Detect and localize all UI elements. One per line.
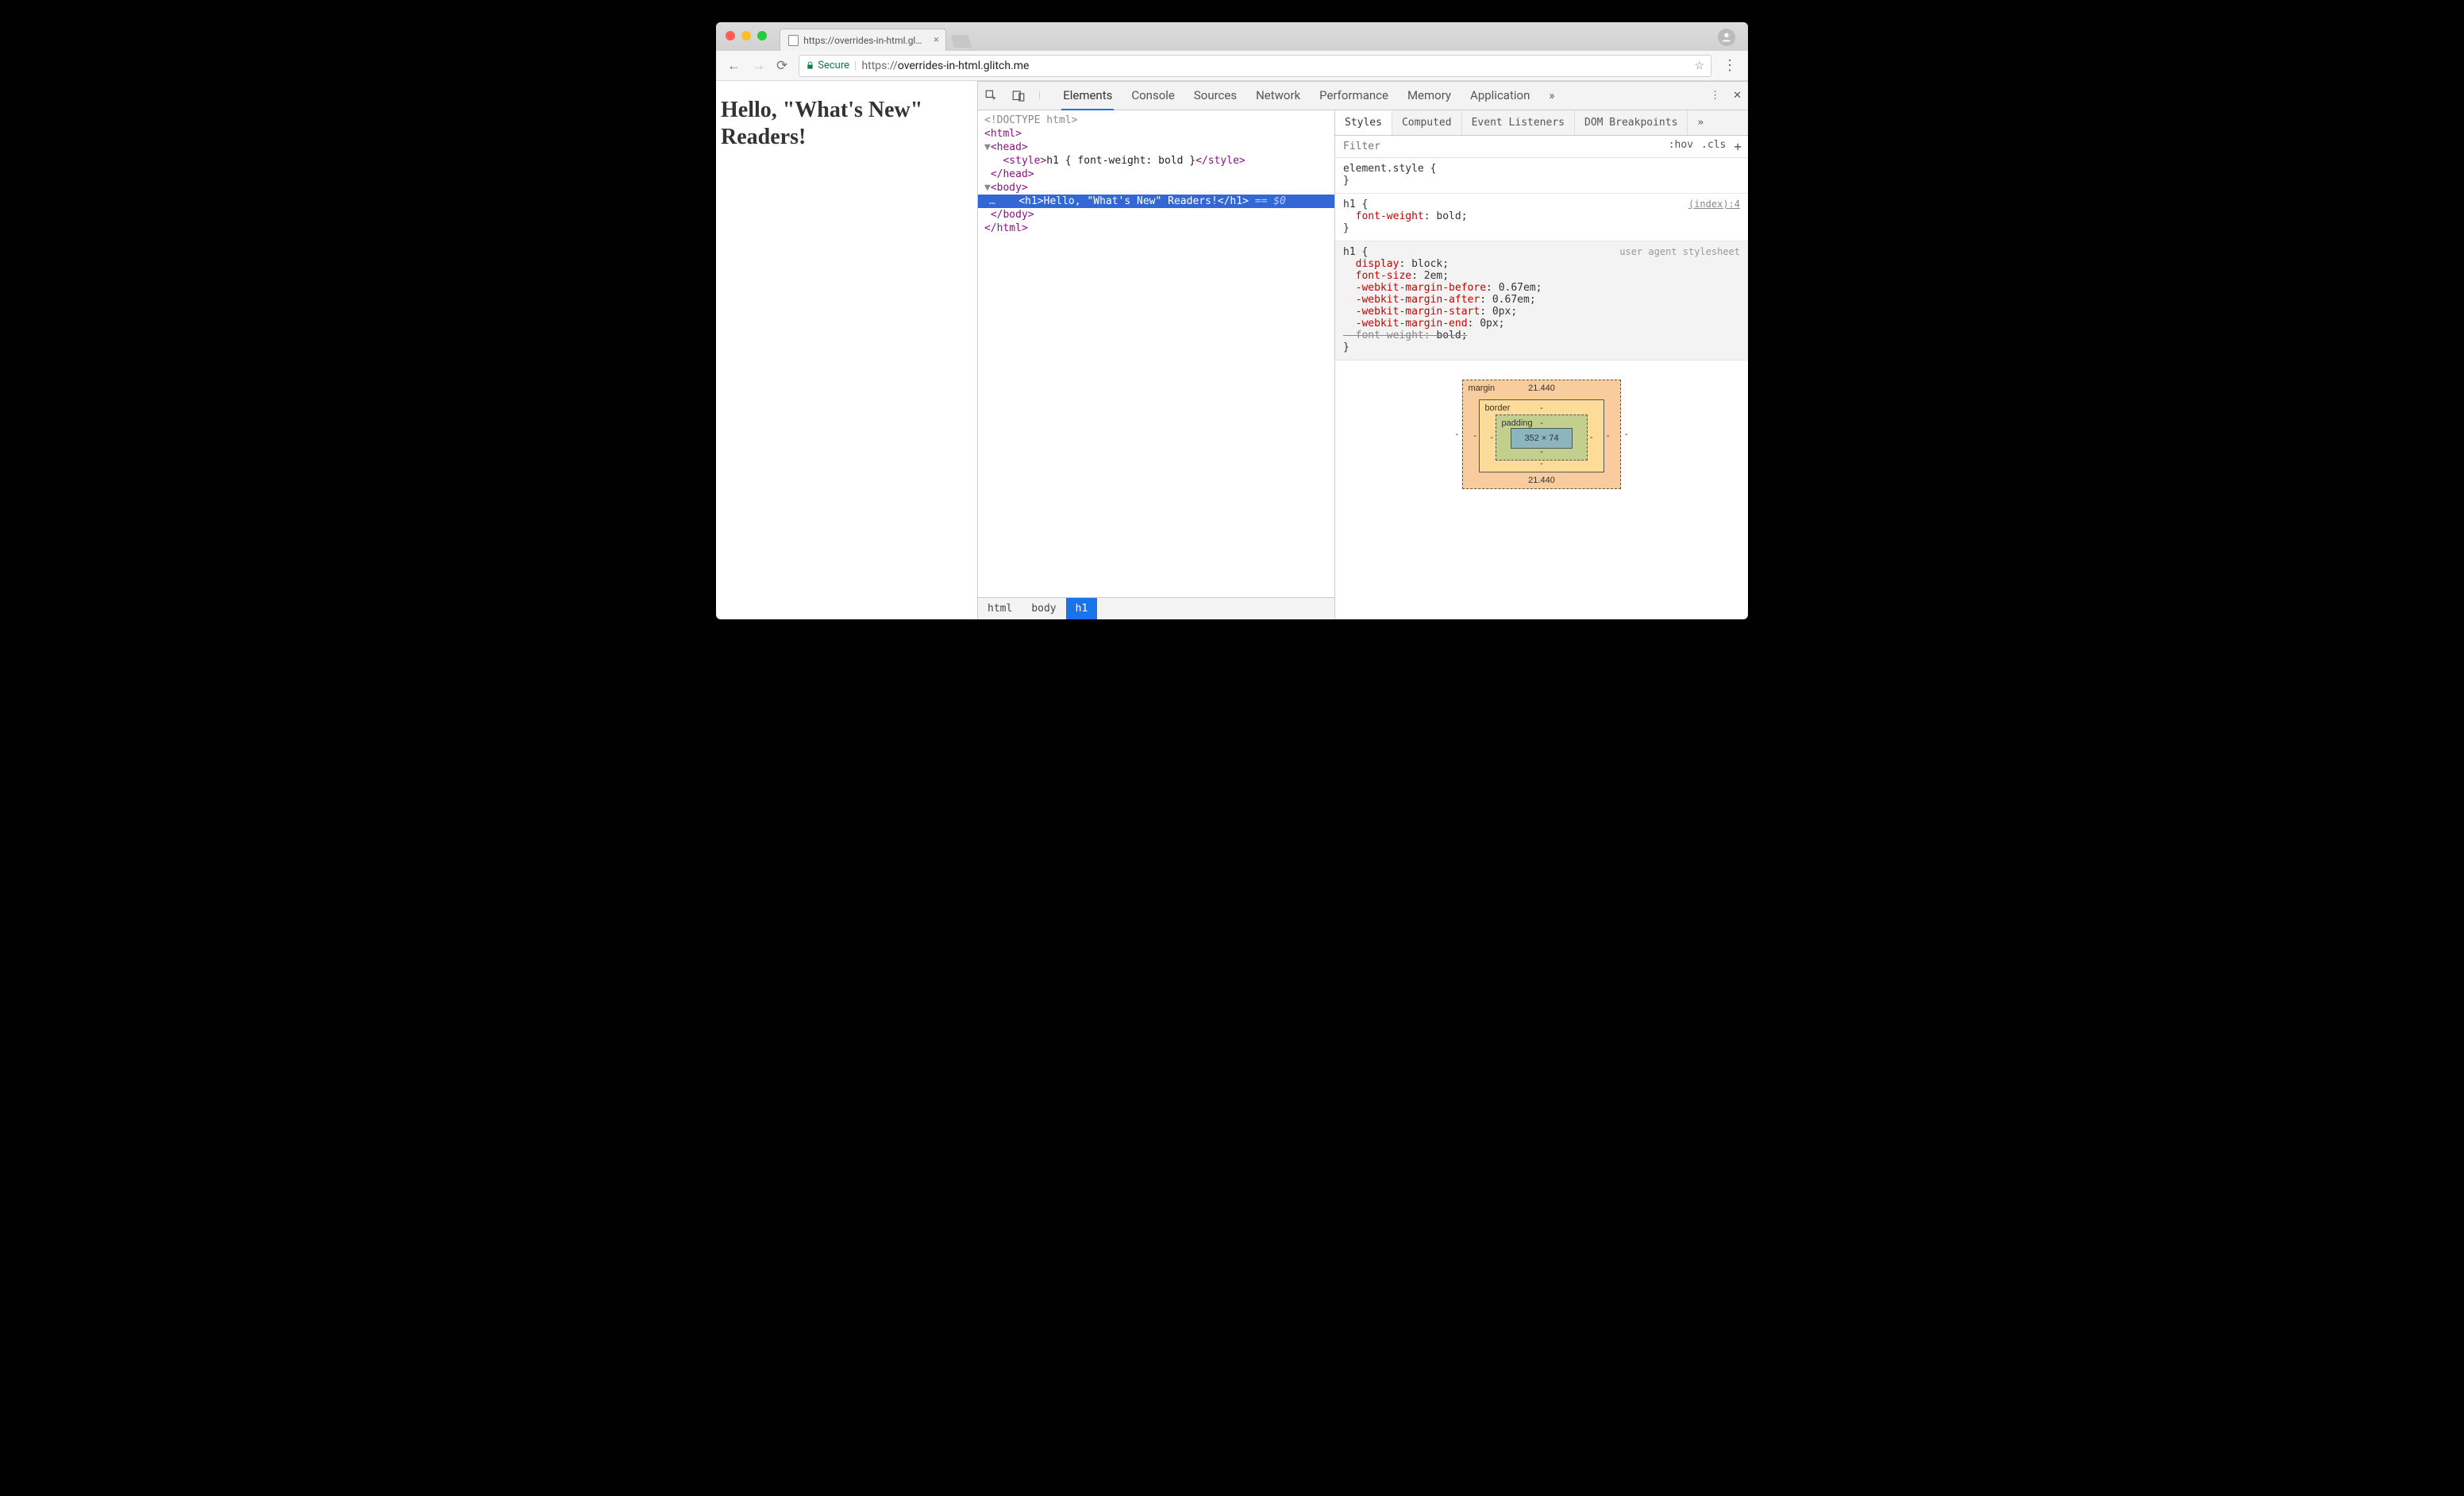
address-bar: ← → ⟳ Secure | https://overrides-in-html… <box>716 51 1748 81</box>
bm-margin-bottom[interactable]: 21.440 <box>1528 476 1555 485</box>
devtools-tabs: Elements Console Sources Network Perform… <box>1061 82 1556 110</box>
source-link[interactable]: (index):4 <box>1688 199 1740 210</box>
bm-margin-label: margin <box>1468 384 1495 393</box>
styles-tab-event[interactable]: Event Listeners <box>1462 110 1575 135</box>
dom-head-close[interactable]: </head> <box>991 168 1034 180</box>
elements-panel: <!DOCTYPE html> <html> ▼<head> <style>h1… <box>978 110 1335 619</box>
bm-margin-top[interactable]: 21.440 <box>1528 384 1555 393</box>
bm-border-label: border <box>1484 403 1510 413</box>
window-controls <box>726 31 767 40</box>
tabs-overflow-icon[interactable]: » <box>1547 82 1556 110</box>
breadcrumb: html body h1 <box>978 597 1334 619</box>
url-text: https://overrides-in-html.glitch.me <box>861 60 1029 72</box>
close-window-icon[interactable] <box>726 31 735 40</box>
styles-panel: Styles Computed Event Listeners DOM Brea… <box>1335 110 1748 619</box>
tab-title: https://overrides-in-html.glitch <box>803 35 923 46</box>
devtools-panel: | Elements Console Sources Network Perfo… <box>978 81 1748 619</box>
bookmark-star-icon[interactable]: ☆ <box>1694 60 1704 72</box>
page-icon <box>788 35 799 46</box>
dom-html-open[interactable]: <html> <box>984 128 1022 140</box>
dom-body-open[interactable]: <body> <box>991 182 1028 194</box>
new-rule-icon[interactable]: + <box>1734 139 1742 154</box>
tab-console[interactable]: Console <box>1130 82 1176 110</box>
crumb-html[interactable]: html <box>978 598 1022 619</box>
crumb-body[interactable]: body <box>1022 598 1065 619</box>
dom-head-open[interactable]: <head> <box>991 141 1028 153</box>
styles-rules: element.style { } (index):4 h1 { font-we… <box>1335 158 1748 619</box>
maximize-window-icon[interactable] <box>757 31 767 40</box>
forward-button[interactable]: → <box>752 58 765 74</box>
browser-tab[interactable]: https://overrides-in-html.glitch × <box>780 29 946 51</box>
dom-selected-h1[interactable]: … <h1>Hello, "What's New" Readers!</h1> … <box>978 195 1334 208</box>
devtools-menu-icon[interactable]: ⋮ <box>1710 90 1720 102</box>
device-toggle-icon[interactable] <box>1011 89 1026 103</box>
styles-tabs-overflow-icon[interactable]: » <box>1688 110 1713 135</box>
crumb-h1[interactable]: h1 <box>1066 598 1098 619</box>
omnibox[interactable]: Secure | https://overrides-in-html.glitc… <box>799 55 1711 77</box>
styles-tab-computed[interactable]: Computed <box>1392 110 1462 135</box>
styles-tab-styles[interactable]: Styles <box>1335 110 1392 135</box>
bm-content[interactable]: 352 × 74 <box>1511 428 1572 449</box>
tab-strip: https://overrides-in-html.glitch × <box>716 22 1748 51</box>
dom-html-close[interactable]: </html> <box>984 222 1028 234</box>
dom-tree[interactable]: <!DOCTYPE html> <html> ▼<head> <style>h1… <box>978 110 1334 597</box>
styles-filter-row: :hov .cls + <box>1335 136 1748 158</box>
dom-body-close[interactable]: </body> <box>991 209 1034 221</box>
bm-padding-label: padding <box>1501 418 1532 428</box>
minimize-window-icon[interactable] <box>741 31 751 40</box>
ua-label: user agent stylesheet <box>1619 246 1740 257</box>
lock-icon <box>806 60 814 71</box>
rule-h1-author[interactable]: (index):4 h1 { font-weight: bold; } <box>1335 194 1748 241</box>
new-tab-button[interactable] <box>950 35 972 48</box>
styles-tab-dom-bp[interactable]: DOM Breakpoints <box>1575 110 1688 135</box>
content-area: Hello, "What's New" Readers! | Elements … <box>716 81 1748 619</box>
devtools-toolbar: | Elements Console Sources Network Perfo… <box>978 82 1748 110</box>
tab-performance[interactable]: Performance <box>1318 82 1390 110</box>
back-button[interactable]: ← <box>727 58 741 74</box>
dom-doctype[interactable]: <!DOCTYPE html> <box>984 114 1077 126</box>
page-heading: Hello, "What's New" Readers! <box>721 97 972 150</box>
reload-button[interactable]: ⟳ <box>776 58 787 74</box>
secure-label: Secure <box>818 60 849 71</box>
browser-menu-icon[interactable]: ⋮ <box>1723 57 1737 74</box>
dom-style-open[interactable]: <style> <box>1003 155 1046 167</box>
tab-memory[interactable]: Memory <box>1406 82 1453 110</box>
tab-application[interactable]: Application <box>1469 82 1531 110</box>
rule-h1-ua[interactable]: user agent stylesheet h1 { display: bloc… <box>1335 241 1748 361</box>
devtools-close-icon[interactable]: ✕ <box>1733 90 1742 102</box>
browser-window: https://overrides-in-html.glitch × ← → ⟳… <box>716 22 1748 619</box>
tab-network[interactable]: Network <box>1254 82 1302 110</box>
box-model[interactable]: margin 21.440 21.440 - - border - - - <box>1335 361 1748 508</box>
secure-badge[interactable]: Secure <box>806 60 849 71</box>
rendered-page: Hello, "What's New" Readers! <box>716 81 978 619</box>
devtools-body: <!DOCTYPE html> <html> ▼<head> <style>h1… <box>978 110 1748 619</box>
styles-filter-input[interactable] <box>1342 140 1669 153</box>
tab-close-icon[interactable]: × <box>934 34 939 46</box>
profile-avatar-icon[interactable] <box>1718 29 1735 46</box>
tab-elements[interactable]: Elements <box>1061 82 1114 110</box>
tab-sources[interactable]: Sources <box>1192 82 1238 110</box>
hov-toggle[interactable]: :hov <box>1669 139 1693 154</box>
styles-tabs: Styles Computed Event Listeners DOM Brea… <box>1335 110 1748 136</box>
inspect-icon[interactable] <box>984 89 999 103</box>
cls-toggle[interactable]: .cls <box>1701 139 1726 154</box>
rule-element-style[interactable]: element.style { } <box>1335 158 1748 194</box>
